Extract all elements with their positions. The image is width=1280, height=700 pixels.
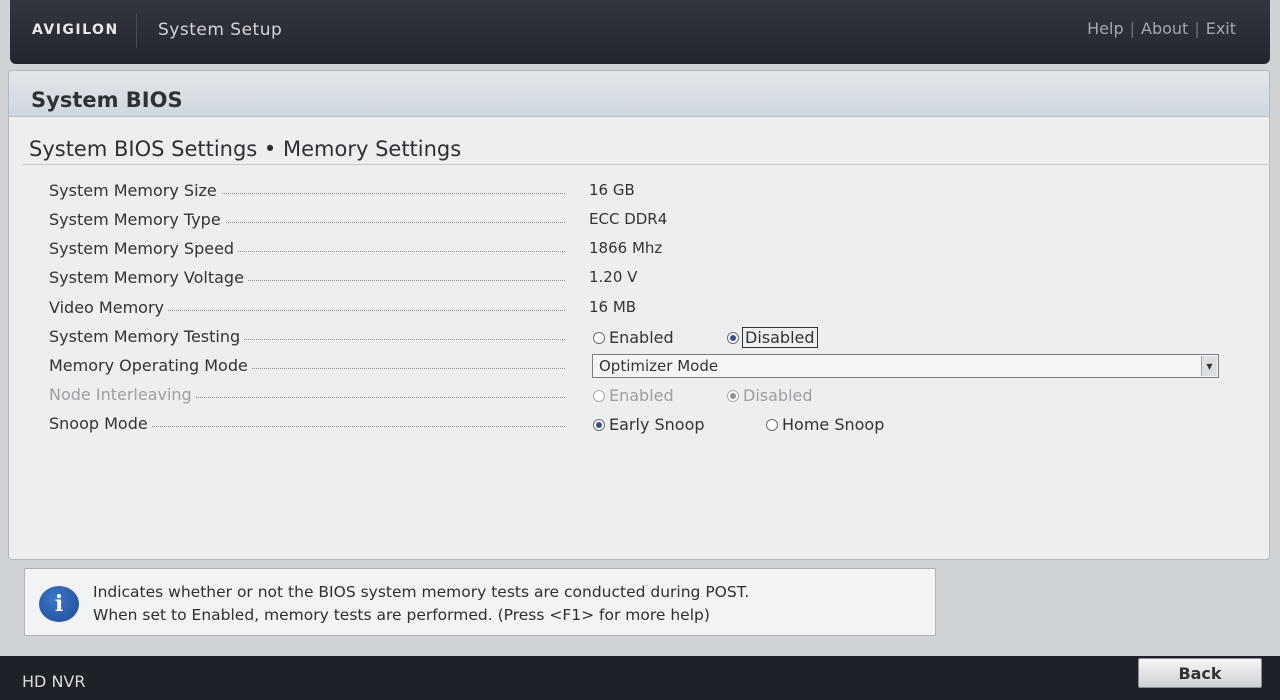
setting-label: Video Memory [49, 298, 168, 317]
info-icon: i [39, 586, 79, 622]
setting-row-node-interleaving: Node Interleaving Enabled Disabled [9, 385, 1271, 413]
home-snoop-radio[interactable]: Home Snoop [766, 415, 884, 434]
setting-row-snoop-mode: Snoop Mode Early Snoop Home Snoop [9, 414, 1271, 442]
section-divider [23, 164, 1271, 165]
help-link[interactable]: Help [1087, 19, 1123, 38]
option-label: Disabled [743, 386, 813, 405]
node-interleaving-enabled-radio: Enabled [593, 386, 674, 405]
setting-label: System Memory Speed [49, 239, 239, 258]
panel-header [9, 71, 1269, 117]
link-separator: | [1194, 19, 1200, 38]
setting-value: 1.20 V [589, 268, 638, 286]
settings-panel: System BIOS System BIOS Settings • Memor… [8, 70, 1271, 560]
option-label: Home Snoop [782, 415, 885, 434]
radio-off-icon [593, 332, 605, 344]
early-snoop-radio[interactable]: Early Snoop [593, 415, 705, 434]
setting-label: System Memory Voltage [49, 268, 248, 287]
exit-link[interactable]: Exit [1206, 19, 1236, 38]
setting-row-memory-voltage: System Memory Voltage 1.20 V [9, 268, 1271, 296]
help-text: Indicates whether or not the BIOS system… [93, 581, 749, 627]
panel-title: System BIOS [31, 88, 183, 112]
setting-row-memory-testing: System Memory Testing Enabled Disabled [9, 327, 1271, 355]
section-title: System BIOS Settings • Memory Settings [29, 137, 462, 161]
option-label: Disabled [742, 327, 818, 348]
link-separator: | [1129, 19, 1135, 38]
setting-value: 16 GB [589, 181, 635, 199]
option-label: Early Snoop [609, 415, 705, 434]
brand-logo: AVIGILON [32, 22, 119, 38]
setting-row-memory-type: System Memory Type ECC DDR4 [9, 210, 1271, 238]
help-box: i Indicates whether or not the BIOS syst… [24, 568, 936, 636]
logo-divider [136, 14, 137, 48]
setting-label: System Memory Size [49, 181, 221, 200]
option-label: Enabled [609, 386, 674, 405]
setting-row-memory-size: System Memory Size 16 GB [9, 181, 1271, 209]
header-links: Help | About | Exit [1087, 19, 1236, 38]
setting-row-video-memory: Video Memory 16 MB [9, 298, 1271, 326]
setting-label: Snoop Mode [49, 414, 152, 433]
top-bar: AVIGILON System Setup Help | About | Exit [10, 0, 1270, 64]
radio-on-icon [727, 390, 739, 402]
setting-value: 1866 Mhz [589, 239, 663, 257]
setting-value: ECC DDR4 [589, 210, 668, 228]
setting-label: Memory Operating Mode [49, 356, 252, 375]
footer-bar: HD NVR Back [0, 656, 1280, 700]
radio-off-icon [766, 419, 778, 431]
setting-row-operating-mode: Memory Operating Mode Optimizer Mode ▼ [9, 354, 1271, 384]
memory-operating-mode-select[interactable]: Optimizer Mode ▼ [592, 354, 1219, 378]
option-label: Enabled [609, 328, 674, 347]
about-link[interactable]: About [1141, 19, 1188, 38]
app-title: System Setup [158, 20, 283, 40]
help-line-1: Indicates whether or not the BIOS system… [93, 583, 750, 601]
chevron-down-icon[interactable]: ▼ [1201, 356, 1217, 376]
radio-on-icon [593, 419, 605, 431]
setting-label: Node Interleaving [49, 385, 196, 404]
setting-row-memory-speed: System Memory Speed 1866 Mhz [9, 239, 1271, 267]
node-interleaving-disabled-radio: Disabled [727, 386, 813, 405]
setting-label: System Memory Type [49, 210, 225, 229]
memory-testing-enabled-radio[interactable]: Enabled [593, 328, 674, 347]
memory-testing-disabled-radio[interactable]: Disabled [727, 327, 818, 348]
help-line-2: When set to Enabled, memory tests are pe… [93, 606, 710, 624]
radio-on-icon [727, 332, 739, 344]
setting-value: 16 MB [589, 298, 637, 316]
radio-off-icon [593, 390, 605, 402]
select-value: Optimizer Mode [599, 357, 719, 375]
setting-label: System Memory Testing [49, 327, 245, 346]
back-button[interactable]: Back [1138, 658, 1262, 688]
device-model: HD NVR [22, 672, 86, 691]
